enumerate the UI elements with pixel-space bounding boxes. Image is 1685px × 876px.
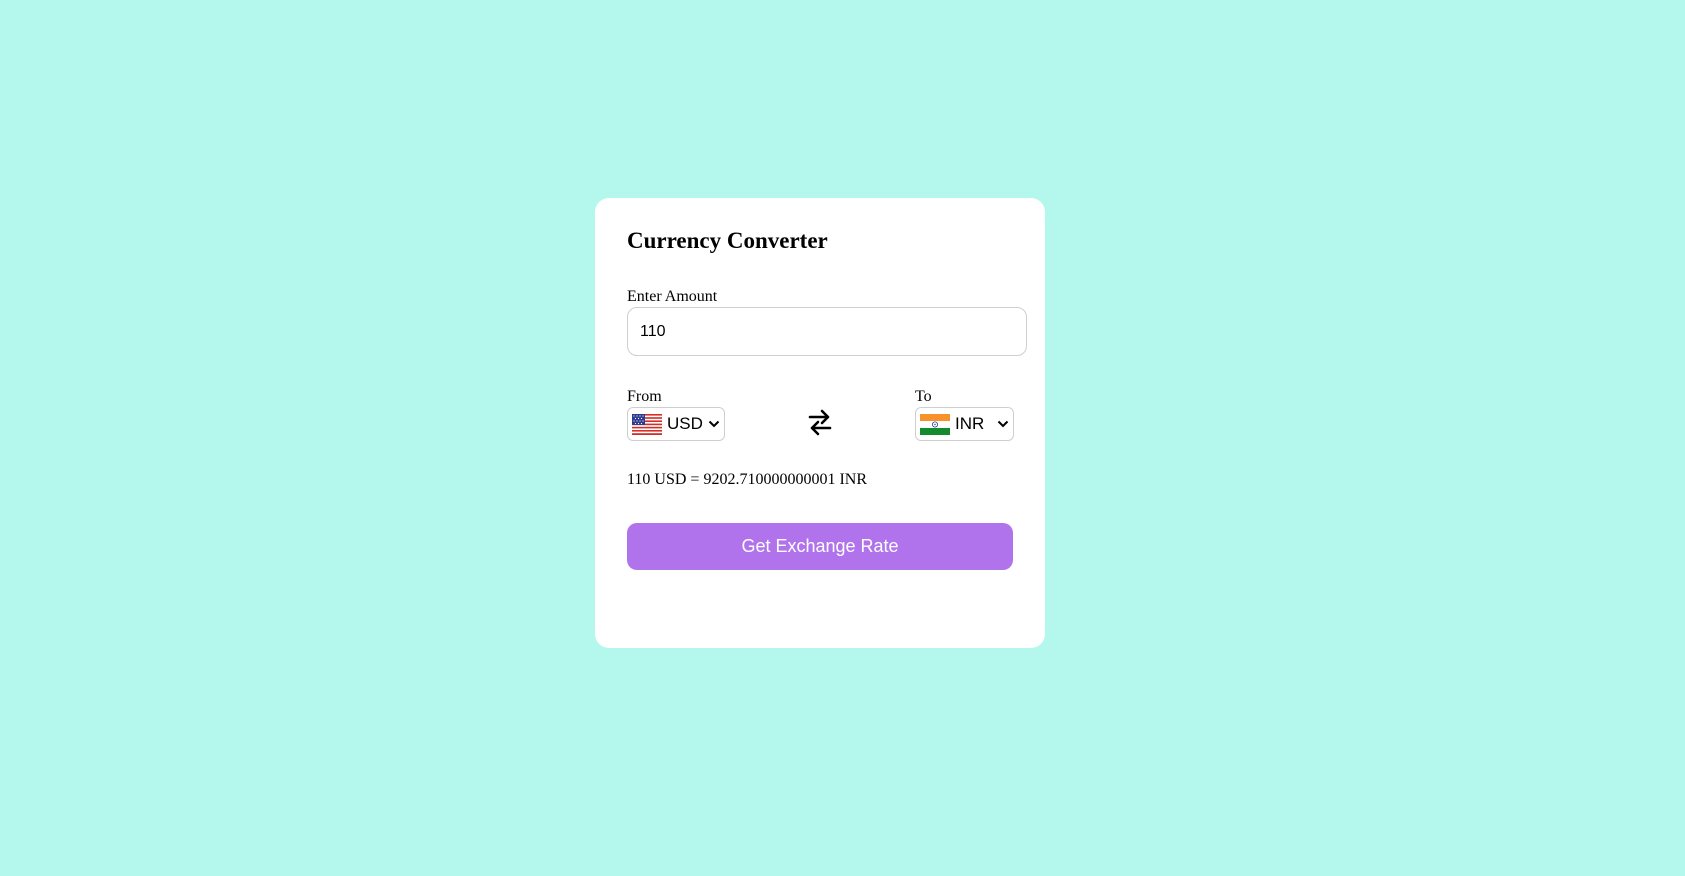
conversion-result: 110 USD = 9202.710000000001 INR (627, 471, 867, 488)
from-currency-code: USD (667, 414, 703, 433)
chevron-down-icon (997, 420, 1009, 428)
converter-card: Currency Converter Enter Amount From USD (595, 198, 1045, 648)
page-title: Currency Converter (627, 228, 828, 253)
get-exchange-rate-button[interactable]: Get Exchange Rate (627, 523, 1013, 570)
from-label: From (627, 388, 662, 405)
to-currency-select[interactable]: INR (915, 407, 1014, 441)
to-label: To (915, 388, 932, 405)
to-currency-code: INR (955, 414, 985, 433)
us-flag-icon (632, 413, 662, 435)
india-flag-icon (920, 413, 950, 435)
amount-input[interactable] (627, 307, 1027, 356)
from-currency-select[interactable]: USD (627, 407, 725, 441)
chevron-down-icon (708, 420, 720, 428)
amount-label: Enter Amount (627, 288, 718, 305)
swap-arrows-icon[interactable] (807, 408, 833, 436)
